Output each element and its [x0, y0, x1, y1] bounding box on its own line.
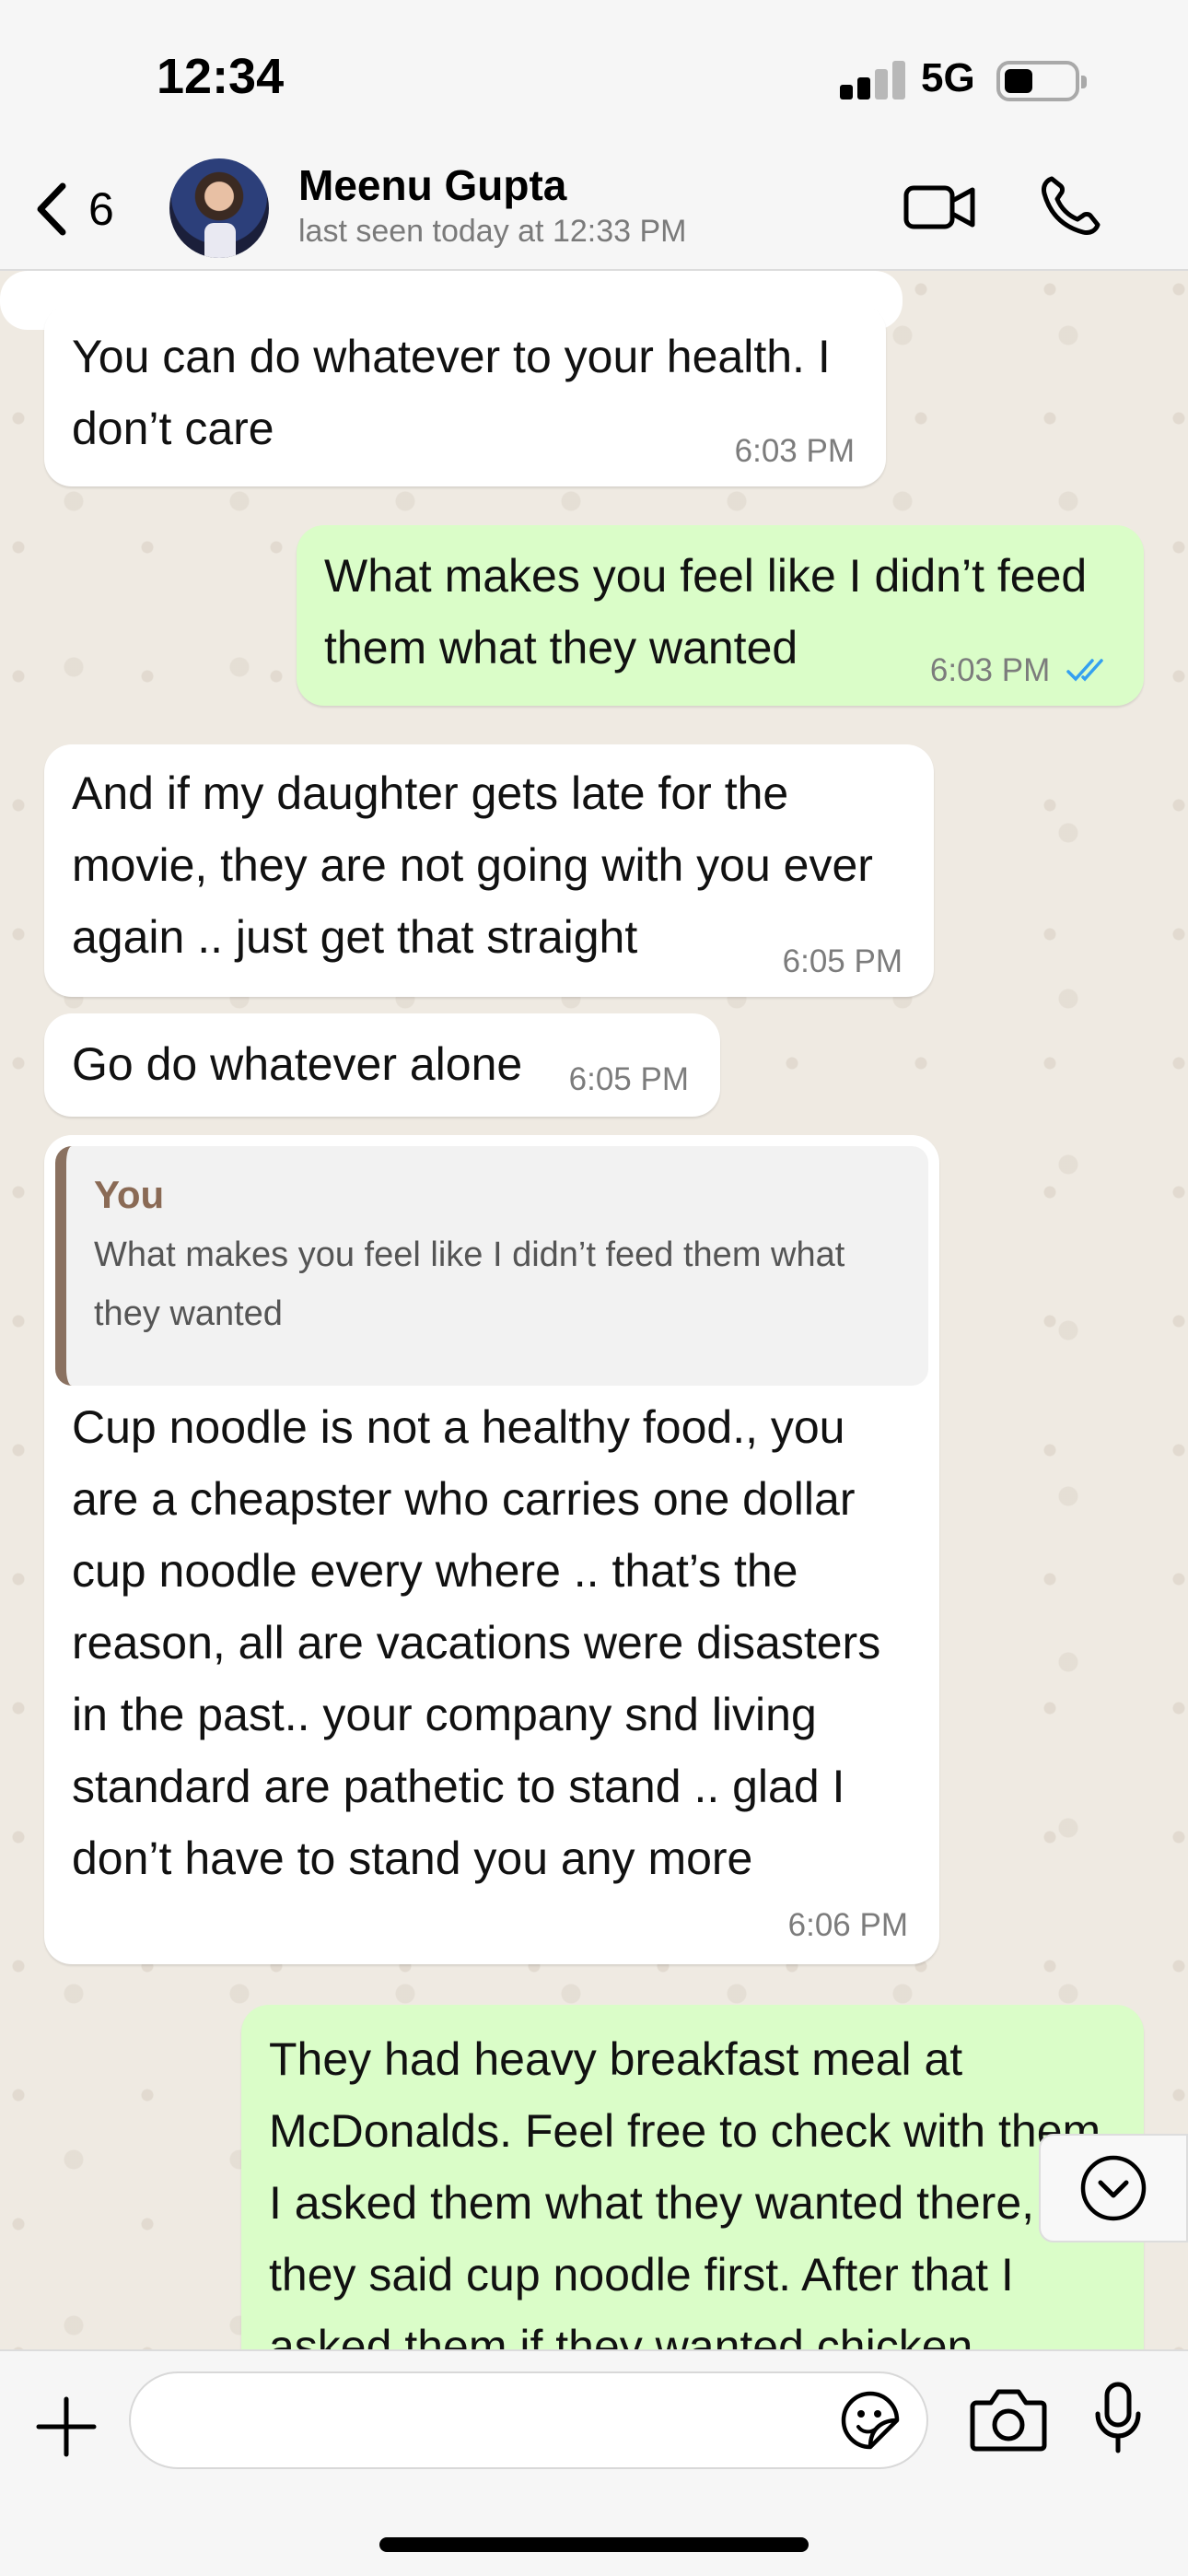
network-type: 5G — [921, 55, 975, 100]
message-timestamp: 6:03 PM — [734, 433, 855, 469]
video-call-icon[interactable] — [903, 177, 976, 238]
status-bar: 12:34 5G — [0, 0, 1188, 157]
message-bubble-outgoing[interactable]: They had heavy breakfast meal at McDonal… — [241, 2005, 1144, 2349]
message-bubble-incoming[interactable]: You can do whatever to your health. I do… — [44, 304, 886, 486]
status-time: 12:34 — [157, 49, 285, 104]
message-input[interactable] — [129, 2371, 928, 2469]
message-timestamp: 6:06 PM — [787, 1907, 908, 1943]
last-seen-status: last seen today at 12:33 PM — [298, 214, 687, 249]
message-bubble-incoming[interactable]: And if my daughter gets late for the mov… — [44, 744, 934, 997]
message-text: And if my daughter gets late for the mov… — [72, 767, 873, 963]
scroll-to-bottom-button[interactable] — [1039, 2134, 1188, 2242]
cellular-signal-icon — [840, 61, 906, 100]
message-composer — [0, 2349, 1188, 2576]
message-timestamp: 6:03 PM — [929, 652, 1051, 688]
scroll-down-icon — [1080, 2155, 1147, 2221]
message-meta: 6:03 PM — [930, 652, 1111, 689]
quoted-text: What makes you feel like I didn’t feed t… — [94, 1235, 845, 1333]
message-list[interactable]: You can do whatever to your health. I do… — [0, 271, 1188, 2349]
message-timestamp: 6:05 PM — [782, 943, 903, 979]
battery-icon — [996, 61, 1087, 101]
message-bubble-outgoing[interactable]: What makes you feel like I didn’t feed t… — [297, 525, 1144, 706]
phone-call-icon[interactable] — [1039, 173, 1103, 238]
read-ticks-icon — [1066, 659, 1103, 682]
contact-avatar[interactable] — [169, 158, 269, 258]
chat-header: 6 Meenu Gupta last seen today at 12:33 P… — [0, 157, 1188, 271]
back-button[interactable]: 6 — [31, 179, 114, 240]
sticker-icon[interactable] — [840, 2390, 901, 2451]
whatsapp-chat-screen: 12:34 5G 6 Meenu Gupta last seen today a… — [0, 0, 1188, 2576]
plus-icon[interactable] — [35, 2395, 98, 2458]
message-text: They had heavy breakfast meal at McDonal… — [269, 2033, 1114, 2349]
quoted-message[interactable]: You What makes you feel like I didn’t fe… — [55, 1146, 928, 1386]
message-timestamp: 6:05 PM — [568, 1061, 689, 1097]
microphone-icon[interactable] — [1092, 2381, 1144, 2456]
message-bubble-incoming[interactable]: Go do whatever alone 6:05 PM — [44, 1013, 720, 1117]
home-indicator — [379, 2537, 809, 2552]
back-chevron-icon — [37, 182, 66, 236]
camera-icon[interactable] — [969, 2384, 1048, 2454]
contact-name[interactable]: Meenu Gupta — [298, 160, 566, 210]
quoted-author: You — [94, 1173, 165, 1216]
message-bubble-incoming-reply[interactable]: You What makes you feel like I didn’t fe… — [44, 1135, 939, 1964]
message-text: Cup noodle is not a healthy food., you a… — [72, 1401, 881, 1884]
unread-chats-count: 6 — [88, 183, 114, 235]
